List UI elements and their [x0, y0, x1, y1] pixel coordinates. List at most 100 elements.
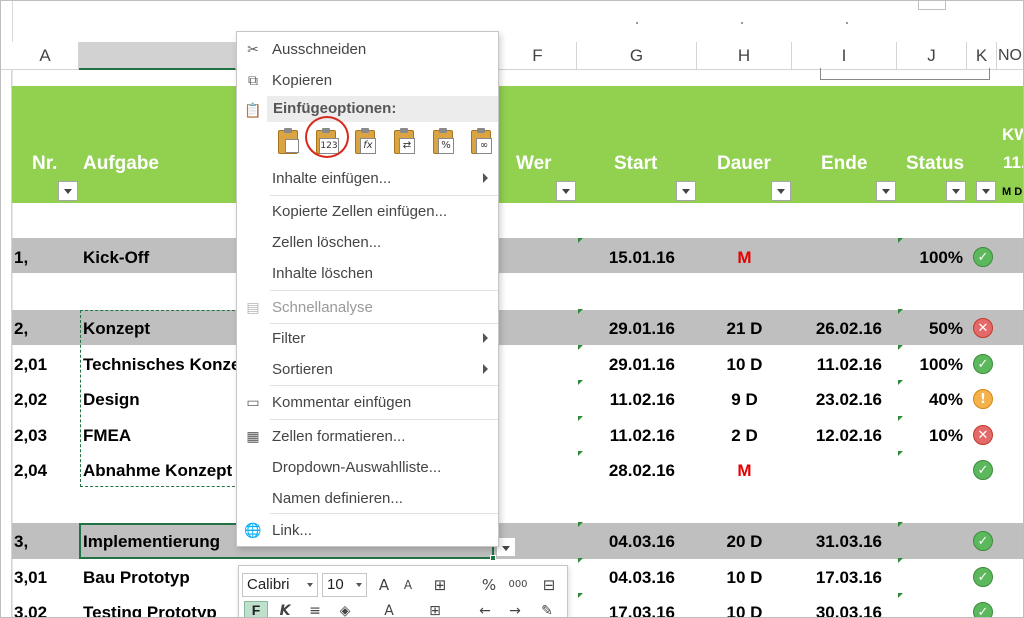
paste-link-icon[interactable]: ∞ — [468, 128, 494, 156]
cell-dauer[interactable]: 9 D — [697, 390, 792, 410]
cell-dauer[interactable]: M — [697, 248, 792, 268]
cell-start[interactable]: 04.03.16 — [577, 532, 675, 552]
italic-button[interactable]: K — [275, 603, 295, 618]
cell-dauer[interactable]: 10 D — [697, 568, 792, 588]
cell-dropdown-icon[interactable] — [496, 537, 516, 557]
column-header-b[interactable] — [79, 42, 236, 70]
shrink-font-button[interactable]: A — [397, 574, 419, 596]
menu-item-filter[interactable]: Filter — [237, 324, 498, 354]
filter-dropdown-icon[interactable] — [976, 181, 996, 201]
column-header-g[interactable]: G — [577, 42, 697, 70]
cell-nr[interactable]: 3,01 — [14, 568, 47, 588]
cell-pct[interactable]: 40% — [897, 390, 963, 410]
menu-item-ausschneiden[interactable]: ✂ Ausschneiden — [237, 35, 498, 65]
decrease-decimal-icon[interactable]: ← — [475, 603, 495, 618]
filter-dropdown-icon[interactable] — [556, 181, 576, 201]
cell-start[interactable]: 28.02.16 — [577, 461, 675, 481]
cell-dauer[interactable]: M — [697, 461, 792, 481]
cell-aufgabe[interactable]: Bau Prototyp — [83, 568, 190, 588]
cell-ende[interactable]: 17.03.16 — [792, 568, 882, 588]
cell-dauer[interactable]: 10 D — [697, 355, 792, 375]
grow-font-button[interactable]: A — [373, 574, 395, 596]
menu-item-inhalte-loeschen[interactable]: Inhalte löschen — [237, 259, 498, 289]
fill-color-icon[interactable]: ◈ — [335, 603, 355, 618]
cell-start[interactable]: 04.03.16 — [577, 568, 675, 588]
bold-label: F — [251, 602, 261, 618]
status-ok-icon: ✓ — [973, 602, 993, 618]
filter-dropdown-icon[interactable] — [771, 181, 791, 201]
percent-button[interactable]: % — [478, 574, 500, 596]
cell-pct[interactable]: 10% — [897, 426, 963, 446]
cell-dauer[interactable]: 20 D — [697, 532, 792, 552]
cell-start[interactable]: 11.02.16 — [577, 390, 675, 410]
menu-item-zellen-formatieren[interactable]: ▦ Zellen formatieren... — [237, 422, 498, 452]
cell-ende[interactable]: 26.02.16 — [792, 319, 882, 339]
cell-start[interactable]: 11.02.16 — [577, 426, 675, 446]
menu-item-kommentar[interactable]: ▭ Kommentar einfügen — [237, 388, 498, 418]
cell-nr[interactable]: 2,02 — [14, 390, 47, 410]
cell-start[interactable]: 17.03.16 — [577, 603, 675, 618]
cell-aufgabe[interactable]: Kick-Off — [83, 248, 149, 268]
menu-item-inhalte-einfuegen[interactable]: Inhalte einfügen... — [237, 164, 498, 194]
align-center-icon[interactable]: ≡ — [305, 603, 325, 618]
cell-nr[interactable]: 2,04 — [14, 461, 47, 481]
paste-icon[interactable] — [275, 128, 301, 156]
filter-dropdown-icon[interactable] — [876, 181, 896, 201]
paste-formula-icon[interactable]: fx — [352, 128, 378, 156]
thousands-button[interactable]: 000 — [507, 574, 529, 596]
submenu-arrow-icon — [483, 333, 488, 343]
cell-start[interactable]: 29.01.16 — [577, 355, 675, 375]
bold-button[interactable]: F — [244, 601, 268, 618]
cell-start[interactable]: 15.01.16 — [577, 248, 675, 268]
font-color-icon[interactable]: A — [379, 603, 399, 618]
menu-item-kopierte-zellen[interactable]: Kopierte Zellen einfügen... — [237, 197, 498, 227]
row-header-strip — [0, 70, 12, 618]
borders-icon[interactable]: ⊞ — [425, 603, 445, 618]
cell-dauer[interactable]: 21 D — [697, 319, 792, 339]
menu-divider — [270, 513, 498, 514]
filter-dropdown-icon[interactable] — [676, 181, 696, 201]
cell-pct[interactable]: 100% — [897, 248, 963, 268]
column-header-a[interactable]: A — [12, 42, 79, 70]
cell-ende[interactable]: 11.02.16 — [792, 355, 882, 375]
cell-nr[interactable]: 2,01 — [14, 355, 47, 375]
cell-ende[interactable]: 31.03.16 — [792, 532, 882, 552]
cell-dauer[interactable]: 2 D — [697, 426, 792, 446]
column-header-f[interactable]: F — [499, 42, 577, 70]
cell-nr[interactable]: 2,03 — [14, 426, 47, 446]
menu-item-zellen-loeschen[interactable]: Zellen löschen... — [237, 228, 498, 258]
column-header-k[interactable]: K — [967, 42, 997, 70]
cell-dauer[interactable]: 10 D — [697, 603, 792, 618]
filter-dropdown-icon[interactable] — [58, 181, 78, 201]
cell-pct[interactable]: 100% — [897, 355, 963, 375]
column-header-j[interactable]: J — [897, 42, 967, 70]
cell-ende[interactable]: 23.02.16 — [792, 390, 882, 410]
cell-start[interactable]: 29.01.16 — [577, 319, 675, 339]
menu-item-namen[interactable]: Namen definieren... — [237, 484, 498, 514]
merge-cells-icon[interactable]: ⊟ — [538, 574, 560, 596]
column-header-no[interactable]: NO — [997, 42, 1024, 70]
cell-nr[interactable]: 3,02 — [14, 603, 47, 618]
paste-format-icon[interactable]: % — [430, 128, 456, 156]
cell-ende[interactable]: 30.03.16 — [792, 603, 882, 618]
cell-ende[interactable]: 12.02.16 — [792, 426, 882, 446]
column-header-i[interactable]: I — [792, 42, 897, 70]
cell-aufgabe[interactable]: Testing Prototyp — [83, 603, 217, 618]
currency-format-icon[interactable]: ⊞ — [429, 574, 451, 596]
cell-pct[interactable]: 50% — [897, 319, 963, 339]
menu-item-kopieren[interactable]: ⧉ Kopieren — [237, 66, 498, 96]
menu-item-schnellanalyse: ▤ Schnellanalyse — [237, 293, 498, 323]
column-header-h[interactable]: H — [697, 42, 792, 70]
format-painter-icon[interactable]: ✎ — [537, 603, 557, 618]
font-size-select[interactable]: 10 — [322, 573, 367, 597]
cell-nr[interactable]: 1, — [14, 248, 28, 268]
paste-transpose-icon[interactable]: ⇄ — [391, 128, 417, 156]
menu-item-sortieren[interactable]: Sortieren — [237, 355, 498, 385]
filter-dropdown-icon[interactable] — [946, 181, 966, 201]
increase-decimal-icon[interactable]: → — [505, 603, 525, 618]
font-family-select[interactable]: Calibri — [242, 573, 318, 597]
cell-nr[interactable]: 3, — [14, 532, 28, 552]
cell-nr[interactable]: 2, — [14, 319, 28, 339]
menu-item-link[interactable]: 🌐 Link... — [237, 516, 498, 546]
menu-item-dropdown[interactable]: Dropdown-Auswahlliste... — [237, 453, 498, 483]
